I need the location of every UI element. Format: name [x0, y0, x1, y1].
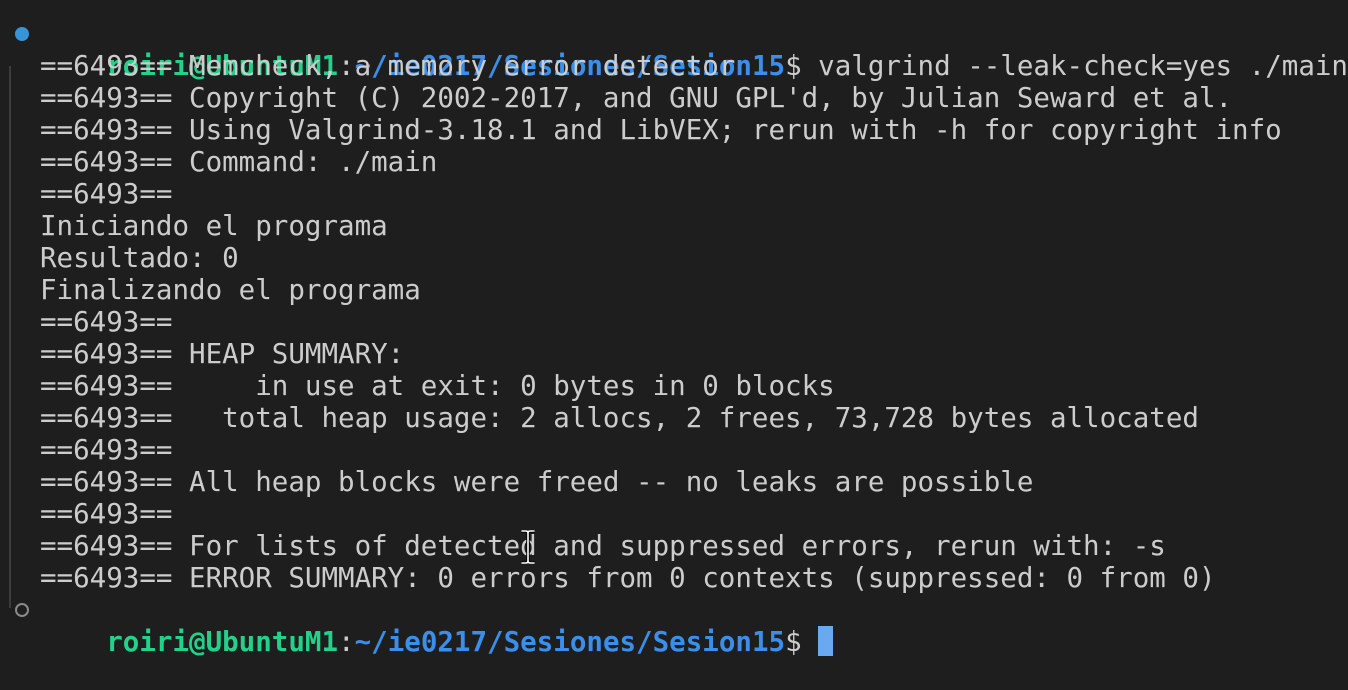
command-pending-icon[interactable] [15, 603, 29, 617]
prompt-dollar: $ [785, 626, 802, 658]
output-line: ==6493== [40, 498, 173, 530]
output-line: ==6493== total heap usage: 2 allocs, 2 f… [40, 402, 1199, 434]
prompt-line[interactable]: roiri@UbuntuM1:~/ie0217/Sesiones/Sesion1… [0, 594, 1348, 658]
prompt-user-host: roiri@UbuntuM1 [106, 626, 339, 658]
prompt-separator: : [338, 626, 355, 658]
output-line: ==6493== [40, 434, 173, 466]
output-line: Resultado: 0 [40, 242, 239, 274]
output-line: ==6493== [40, 178, 173, 210]
output-line: ==6493== HEAP SUMMARY: [40, 338, 405, 370]
output-line: ==6493== Copyright (C) 2002-2017, and GN… [40, 82, 1233, 114]
output-line: Finalizando el programa [40, 274, 421, 306]
output-line: ==6493== For lists of detected and suppr… [40, 530, 1166, 562]
output-line: ==6493== Command: ./main [40, 146, 438, 178]
output-line: ==6493== All heap blocks were freed -- n… [40, 466, 1034, 498]
output-line: ==6493== Using Valgrind-3.18.1 and LibVE… [40, 114, 1282, 146]
prompt-line: roiri@UbuntuM1:~/ie0217/Sesiones/Sesion1… [0, 18, 1348, 82]
output-line: ==6493== ERROR SUMMARY: 0 errors from 0 … [40, 562, 1216, 594]
output-line: Iniciando el programa [40, 210, 388, 242]
text-cursor[interactable] [818, 626, 834, 656]
terminal-buffer[interactable]: roiri@UbuntuM1:~/ie0217/Sesiones/Sesion1… [0, 18, 1348, 658]
output-line: ==6493== in use at exit: 0 bytes in 0 bl… [40, 370, 835, 402]
output-line: ==6493== [40, 306, 173, 338]
output-line: ==6493== Memcheck, a memory error detect… [40, 50, 736, 82]
command-success-icon[interactable] [15, 27, 29, 41]
prompt-path: ~/ie0217/Sesiones/Sesion15 [354, 626, 786, 658]
